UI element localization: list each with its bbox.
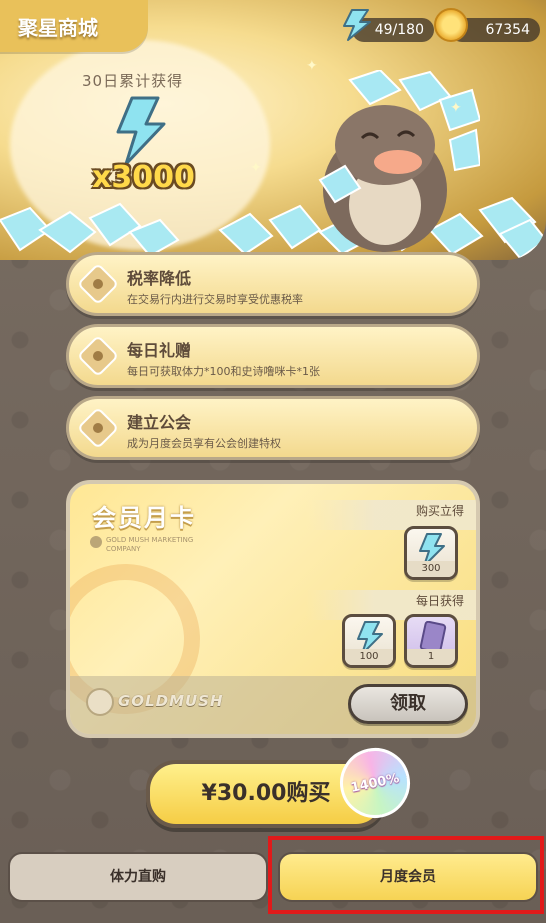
reward-count: 100 (345, 649, 393, 665)
accumulated-amount: x3000 (92, 160, 195, 195)
sparkle-icon: ✦ (450, 100, 462, 116)
platypus-mascot (318, 70, 480, 252)
reward-card-daily[interactable]: 1 (404, 614, 458, 668)
energy-crystal-icon (116, 96, 166, 166)
reward-energy-daily[interactable]: 100 (342, 614, 396, 668)
energy-icon (343, 9, 371, 41)
reward-count: 1 (407, 649, 455, 665)
perk-tax-reduction: 税率降低 在交易行内进行交易时享受优惠税率 (66, 252, 480, 316)
perk-description: 每日可获取体力*100和史诗噜咪卡*1张 (127, 365, 320, 378)
accumulated-label: 30日累计获得 (82, 72, 184, 90)
daily-reward-label-text: 每日获得 (415, 594, 464, 608)
perk-description: 成为月度会员享有公会创建特权 (127, 437, 281, 450)
sparkle-icon: ✦ (250, 160, 262, 176)
perk-diamond-icon (76, 406, 120, 450)
sparkle-icon: ✦ (306, 58, 318, 74)
perk-title: 建立公会 (127, 413, 192, 432)
buy-reward-label-text: 购买立得 (415, 504, 464, 518)
brand-mark-icon (90, 536, 102, 548)
perk-diamond-icon (76, 334, 120, 378)
monthly-card-panel: 会员月卡 GOLD MUSH MARKETING COMPANY 购买立得 30… (66, 480, 480, 738)
tab-stamina-purchase[interactable]: 体力直购 (8, 852, 268, 902)
page-title: 聚星商城 (18, 16, 98, 40)
claim-button[interactable]: 领取 (348, 684, 468, 724)
perk-description: 在交易行内进行交易时享受优惠税率 (127, 293, 303, 306)
highlight-box (268, 836, 544, 914)
coin-value: 67354 (485, 22, 530, 38)
perk-diamond-icon (76, 262, 120, 306)
reward-energy-buy[interactable]: 300 (404, 526, 458, 580)
energy-value: 49/180 (374, 22, 424, 38)
goldmush-logo-icon (86, 688, 114, 716)
perk-title: 每日礼赠 (127, 341, 192, 360)
bonus-badge-text: 1400% (349, 770, 401, 796)
card-title: 会员月卡 (92, 504, 196, 532)
perk-daily-gift: 每日礼赠 每日可获取体力*100和史诗噜咪卡*1张 (66, 324, 480, 388)
perk-title: 税率降低 (127, 269, 192, 288)
reward-count: 300 (407, 561, 455, 577)
coin-icon (434, 8, 468, 42)
title-pill: 聚星商城 (0, 0, 148, 52)
card-footer: GOLDMUSH 领取 (70, 676, 476, 734)
goldmush-logo-text: GOLDMUSH (118, 692, 224, 710)
brand-subtitle: GOLD MUSH MARKETING COMPANY (106, 536, 194, 553)
perk-guild-creation: 建立公会 成为月度会员享有公会创建特权 (66, 396, 480, 460)
